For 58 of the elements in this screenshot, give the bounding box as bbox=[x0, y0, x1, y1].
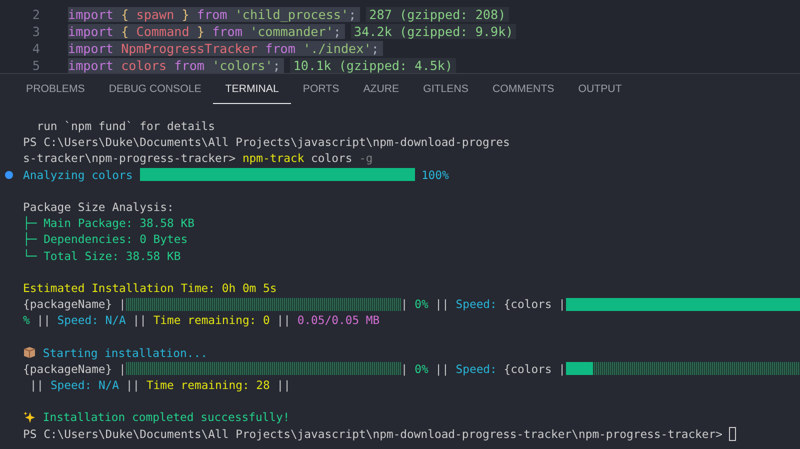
terminal-text: └─ Total Size: 38.58 KB bbox=[23, 248, 181, 264]
terminal-text: Speed: N/A bbox=[50, 377, 120, 394]
line-number: 5 bbox=[31, 58, 41, 73]
terminal-text: s-tracker\npm-progress-tracker> bbox=[23, 150, 237, 167]
terminal-text: npm-track bbox=[242, 150, 304, 167]
terminal-text: Speed: N/A bbox=[57, 312, 126, 328]
terminal-text: Analyzing colors bbox=[23, 166, 134, 183]
terminal-text: || bbox=[276, 312, 292, 328]
line-number: 4 bbox=[31, 41, 41, 56]
panel-tab[interactable]: TERMINAL bbox=[213, 74, 291, 104]
import-size-hint: 287 (gzipped: 208) bbox=[366, 7, 509, 22]
terminal-text: {packageName} | bbox=[23, 296, 126, 312]
terminal-text: ├─ Main Package: 38.58 KB bbox=[23, 215, 194, 232]
terminal-text: Speed: bbox=[456, 360, 498, 378]
terminal-text: Installation completed successfully! bbox=[42, 409, 290, 426]
terminal-text: {packageName} | bbox=[23, 360, 126, 378]
terminal-text: 100% bbox=[420, 166, 449, 183]
panel-tab[interactable]: DEBUG CONSOLE bbox=[96, 74, 214, 104]
terminal-text: 0% bbox=[414, 360, 428, 378]
terminal-text: -g bbox=[359, 150, 373, 167]
terminal-text: PS C:\Users\Duke\Documents\All Projects\javascript\npm-download-progress-tracker\npm-progress-tracker> bbox=[23, 426, 724, 442]
terminal-text: Estimated Installation Time: 0h 0m 5s bbox=[23, 280, 277, 296]
terminal-text: || bbox=[124, 377, 141, 394]
terminal-text: colors bbox=[310, 150, 354, 167]
panel-tab[interactable]: PORTS bbox=[290, 74, 352, 104]
line-number: 2 bbox=[31, 7, 41, 22]
terminal-text: ├─ Dependencies: 0 Bytes bbox=[23, 231, 188, 248]
import-size-hint: 10.1k (gzipped: 4.5k) bbox=[290, 58, 456, 73]
terminal-text: | bbox=[400, 296, 409, 312]
terminal-cursor bbox=[729, 426, 736, 441]
terminal-text: || bbox=[434, 296, 450, 312]
sparkle-icon bbox=[23, 410, 36, 424]
terminal-text: || bbox=[276, 377, 290, 394]
panel-tab[interactable]: OUTPUT bbox=[566, 74, 634, 104]
panel-tab[interactable]: COMMENTS bbox=[480, 74, 566, 104]
terminal-text: || bbox=[132, 312, 148, 328]
terminal-text: || bbox=[28, 377, 45, 394]
terminal-text: run `npm fund` for details bbox=[36, 118, 216, 134]
terminal-text: 0% bbox=[414, 296, 428, 312]
terminal-text: % bbox=[23, 312, 30, 328]
import-size-hint: 34.2k (gzipped: 9.9k) bbox=[351, 24, 516, 39]
panel-tab[interactable]: GITLENS bbox=[411, 74, 480, 104]
terminal-text: || bbox=[36, 312, 52, 328]
terminal-text: {colors | bbox=[504, 296, 566, 312]
panel-tab[interactable]: AZURE bbox=[351, 74, 412, 104]
terminal-text: 0.05/0.05 MB bbox=[297, 312, 380, 328]
terminal-text: Speed: bbox=[456, 296, 498, 312]
terminal-text: || bbox=[434, 360, 450, 378]
terminal-text: | bbox=[400, 360, 409, 378]
panel-tab[interactable]: PROBLEMS bbox=[14, 74, 97, 104]
terminal-text: PS C:\Users\Duke\Documents\All Projects\javascript\npm-download-progres bbox=[23, 134, 510, 150]
terminal-text: Starting installation... bbox=[42, 344, 208, 361]
package-icon bbox=[23, 346, 36, 360]
terminal-text: {colors | bbox=[504, 360, 566, 378]
terminal-text: Time remaining: 28 bbox=[146, 377, 270, 394]
line-number: 3 bbox=[31, 24, 41, 39]
terminal-text: Package Size Analysis: bbox=[23, 198, 174, 216]
terminal-text: Time remaining: 0 bbox=[153, 312, 270, 328]
